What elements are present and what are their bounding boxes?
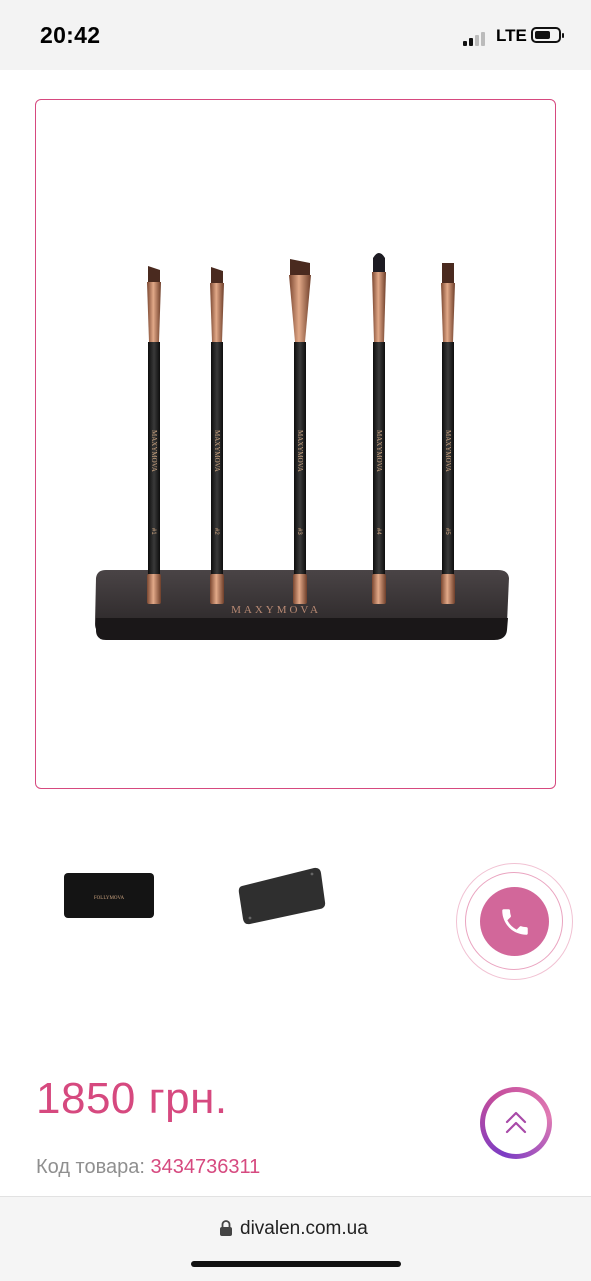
brush-logo: MAXYMOVA [213, 430, 221, 472]
brush-3: MAXYMOVA #3 [289, 259, 311, 604]
brush-logo: MAXYMOVA [375, 430, 383, 472]
chevron-double-up-icon [505, 1111, 527, 1134]
stand-logo: MAXYMOVA [231, 604, 321, 616]
status-bar: 20:42 LTE [0, 0, 591, 70]
status-time: 20:42 [40, 22, 101, 48]
url-text[interactable]: divalen.com.ua [240, 1218, 368, 1240]
sku-label: Код товара: [36, 1156, 145, 1178]
brush-set-illustration: MAXYMOVA MAXYMOVA#1MAXYMOVA#2MAXYMOVA#3M… [95, 253, 509, 640]
lock-icon [220, 1220, 232, 1236]
brush-number: #2 [213, 528, 219, 535]
brush-logo: MAXYMOVA [444, 430, 452, 472]
phone-icon [501, 908, 528, 935]
brush-number: #3 [296, 528, 302, 535]
signal-icon [463, 30, 491, 46]
sku-value: 3434736311 [150, 1156, 261, 1178]
home-indicator[interactable] [191, 1261, 401, 1267]
product-sku: Код товара: 3434736311 [36, 1156, 260, 1179]
thumbnail-black-plate[interactable] [236, 864, 328, 928]
network-label: LTE [496, 26, 527, 45]
brush-logo: MAXYMOVA [296, 430, 304, 472]
brush-4: MAXYMOVA #4 [372, 253, 386, 604]
thumbnail-logo: FOLLYMOVA [94, 896, 125, 901]
scroll-top-button[interactable] [480, 1087, 552, 1159]
brush-logo: MAXYMOVA [150, 430, 158, 472]
product-price: 1850 грн. [36, 1074, 228, 1123]
product-main-image[interactable]: MAXYMOVA MAXYMOVA #1 MAXYMOVA #2 MAXYMOVA #3 M… [35, 99, 556, 789]
thumbnail-black-case[interactable]: FOLLYMOVA [63, 872, 155, 919]
browser-url-bar[interactable]: divalen.com.ua [0, 1196, 591, 1281]
call-button[interactable] [480, 887, 549, 956]
brush-number: #5 [444, 528, 450, 535]
brush-number: #1 [150, 528, 156, 535]
brush-5: MAXYMOVA #5 [441, 263, 455, 604]
brush-1: MAXYMOVA #1 [147, 266, 161, 604]
brush-2: MAXYMOVA #2 [210, 267, 224, 604]
call-button-ring [456, 863, 573, 980]
brush-number: #4 [375, 528, 381, 535]
battery-icon [531, 27, 564, 43]
